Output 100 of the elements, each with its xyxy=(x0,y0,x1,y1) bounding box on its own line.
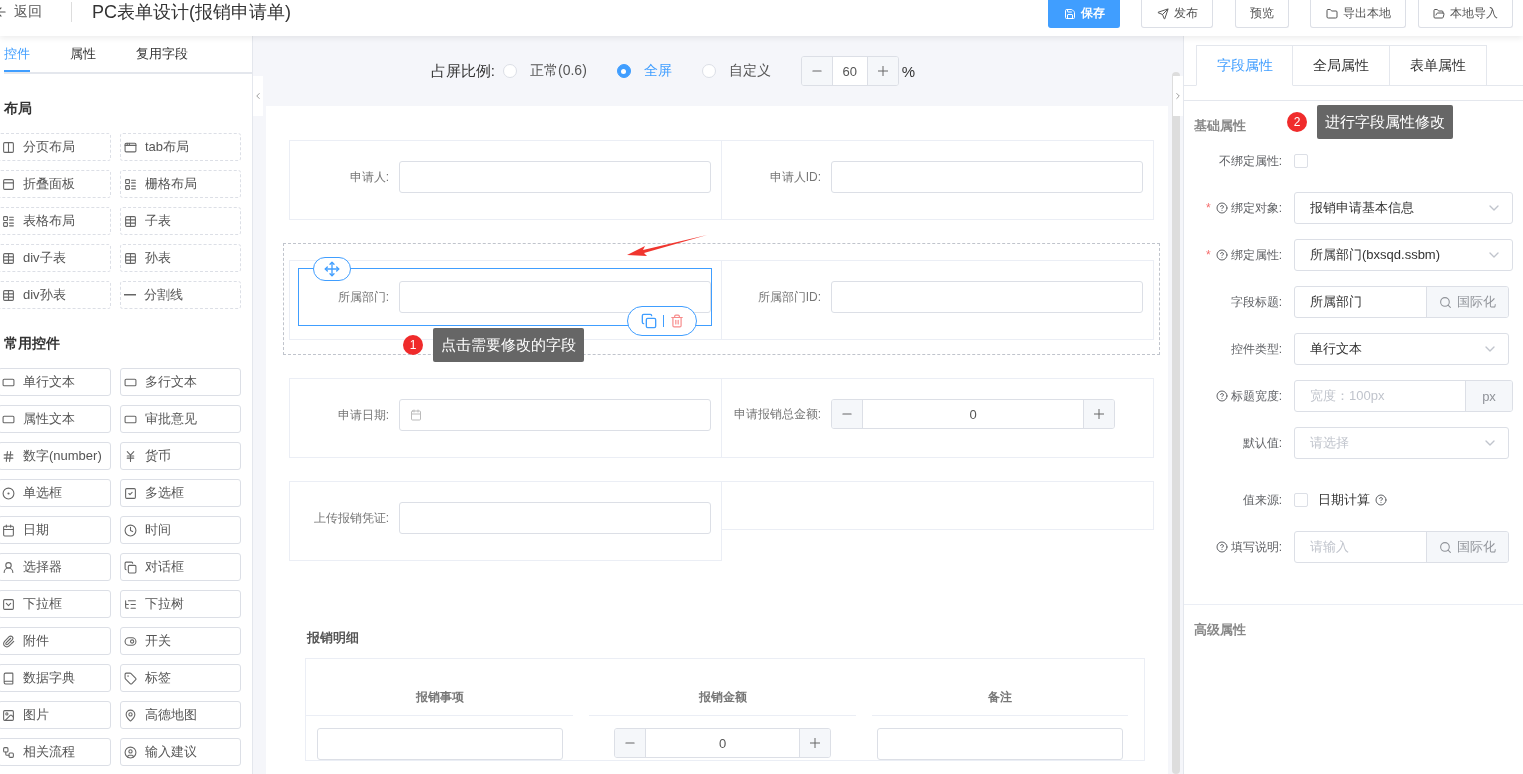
section-title: 高级属性 xyxy=(1194,621,1246,639)
field-label: 标题宽度: xyxy=(1230,387,1282,405)
palette-item[interactable]: 输入建议 xyxy=(120,738,241,766)
palette-item[interactable]: 日期 xyxy=(0,516,111,544)
palette-item[interactable]: 时间 xyxy=(120,516,241,544)
panel-tab[interactable]: 全局属性 xyxy=(1293,45,1390,86)
palette-item[interactable]: 图片 xyxy=(0,701,111,729)
palette-item[interactable]: div子表 xyxy=(0,244,111,272)
palette-item[interactable]: 分页布局 xyxy=(0,133,111,161)
palette-item[interactable]: 审批意见 xyxy=(120,405,241,433)
panel-icon xyxy=(2,177,15,191)
form-field[interactable]: 申请报销总金额: 0 xyxy=(730,386,1144,442)
form-field[interactable]: 上传报销凭证: xyxy=(298,489,712,547)
input-field[interactable]: 所属部门 国际化 xyxy=(1294,286,1509,318)
form-field[interactable]: 申请人: xyxy=(298,148,712,206)
number-stepper[interactable]: 0 xyxy=(614,728,831,758)
toolbar-button[interactable]: 导出本地 xyxy=(1310,0,1406,28)
panel-tab[interactable]: 表单属性 xyxy=(1390,45,1487,86)
form-field[interactable]: 所属部门: xyxy=(298,268,712,326)
palette-item[interactable]: 孙表 xyxy=(120,244,241,272)
radio-option[interactable]: 自定义 xyxy=(701,62,771,80)
field-label: 填写说明: xyxy=(1230,538,1282,556)
number-stepper[interactable]: 60 xyxy=(800,56,899,86)
text-input[interactable] xyxy=(399,161,711,193)
image-icon xyxy=(2,708,15,722)
move-handle[interactable] xyxy=(313,257,351,281)
palette-item[interactable]: 选择器 xyxy=(0,553,111,581)
trash-icon[interactable] xyxy=(669,314,684,328)
palette-item[interactable]: 多行文本 xyxy=(120,368,241,396)
text-input[interactable] xyxy=(399,502,711,534)
palette-item[interactable]: 开关 xyxy=(120,627,241,655)
palette-item[interactable]: div孙表 xyxy=(0,281,111,309)
text-input[interactable] xyxy=(399,281,711,313)
text-input[interactable] xyxy=(831,281,1143,313)
calendar-icon xyxy=(410,409,422,421)
toolbar-button[interactable]: 预览 xyxy=(1235,0,1289,28)
select-field[interactable]: 报销申请基本信息 xyxy=(1294,192,1513,224)
search-icon xyxy=(1439,540,1452,554)
palette-item[interactable]: 属性文本 xyxy=(0,405,111,433)
back-link[interactable]: 返回 xyxy=(0,0,42,24)
panel-tab[interactable]: 复用字段 xyxy=(136,36,188,72)
field-label: 所属部门ID: xyxy=(756,288,821,306)
palette-item[interactable]: 单选框 xyxy=(0,479,111,507)
list-icon xyxy=(2,214,15,228)
subtable-title: 报销明细 xyxy=(307,629,360,647)
checkbox[interactable] xyxy=(1294,493,1308,507)
number-input[interactable]: 60 xyxy=(831,57,868,85)
palette-item[interactable]: 标签 xyxy=(120,664,241,692)
collapse-right-handle[interactable] xyxy=(1173,76,1183,116)
palette-item[interactable]: tab布局 xyxy=(120,133,241,161)
palette-item[interactable]: 下拉树 xyxy=(120,590,241,618)
form-field[interactable]: 申请日期: xyxy=(298,386,712,444)
palette-item[interactable]: 多选框 xyxy=(120,479,241,507)
field-label: 申请日期: xyxy=(336,406,389,424)
plus-button[interactable] xyxy=(867,57,898,85)
select-field[interactable]: 所属部门(bxsqd.ssbm) xyxy=(1294,239,1513,271)
unit-label: px xyxy=(1465,381,1512,411)
radio-option[interactable]: 正常(0.6) xyxy=(503,62,587,80)
minus-button[interactable] xyxy=(832,400,862,428)
palette-item[interactable]: 下拉框 xyxy=(0,590,111,618)
number-stepper[interactable]: 0 xyxy=(831,399,1115,429)
collapse-left-handle[interactable] xyxy=(253,76,263,116)
palette-item[interactable]: 相关流程 xyxy=(0,738,111,766)
palette-item[interactable]: 对话框 xyxy=(120,553,241,581)
palette-item[interactable]: 附件 xyxy=(0,627,111,655)
checkbox[interactable] xyxy=(1294,154,1308,168)
table-icon xyxy=(2,251,15,265)
plus-icon xyxy=(876,65,889,77)
palette-item[interactable]: 数字(number) xyxy=(0,442,111,470)
text-input[interactable] xyxy=(316,728,563,760)
number-input[interactable]: 0 xyxy=(645,729,800,757)
palette-item[interactable]: 栅格布局 xyxy=(120,170,241,198)
palette-item[interactable]: 子表 xyxy=(120,207,241,235)
copy-icon[interactable] xyxy=(640,313,657,329)
palette-item[interactable]: 货币 xyxy=(120,442,241,470)
toolbar-button[interactable]: 发布 xyxy=(1141,0,1213,28)
palette-item[interactable]: 分割线 xyxy=(120,281,241,309)
ratio-label: 占屏比例: xyxy=(430,61,495,81)
date-input[interactable] xyxy=(399,399,711,431)
column-header: 备注 xyxy=(872,679,1128,716)
palette-item[interactable]: 表格布局 xyxy=(0,207,111,235)
plus-button[interactable] xyxy=(800,729,830,757)
form-field[interactable]: 申请人ID: xyxy=(730,148,1144,206)
checkbox-icon xyxy=(124,486,137,500)
folder-icon xyxy=(1433,7,1445,20)
form-field[interactable]: 所属部门ID: xyxy=(730,268,1144,326)
number-input[interactable]: 0 xyxy=(862,400,1084,428)
plus-button[interactable] xyxy=(1084,400,1114,428)
text-input[interactable] xyxy=(877,728,1123,760)
palette-item[interactable]: 高德地图 xyxy=(120,701,241,729)
minus-button[interactable] xyxy=(615,729,645,757)
palette-item[interactable]: 折叠面板 xyxy=(0,170,111,198)
toolbar-button[interactable]: 本地导入 xyxy=(1418,0,1513,28)
scrollbar[interactable] xyxy=(1172,72,1180,774)
panel-tab[interactable]: 属性 xyxy=(70,36,96,72)
palette-item[interactable]: 单行文本 xyxy=(0,368,111,396)
select-field[interactable]: 单行文本 xyxy=(1294,333,1509,365)
palette-item[interactable]: 数据字典 xyxy=(0,664,111,692)
text-input[interactable] xyxy=(831,161,1143,193)
minus-button[interactable] xyxy=(801,57,832,85)
